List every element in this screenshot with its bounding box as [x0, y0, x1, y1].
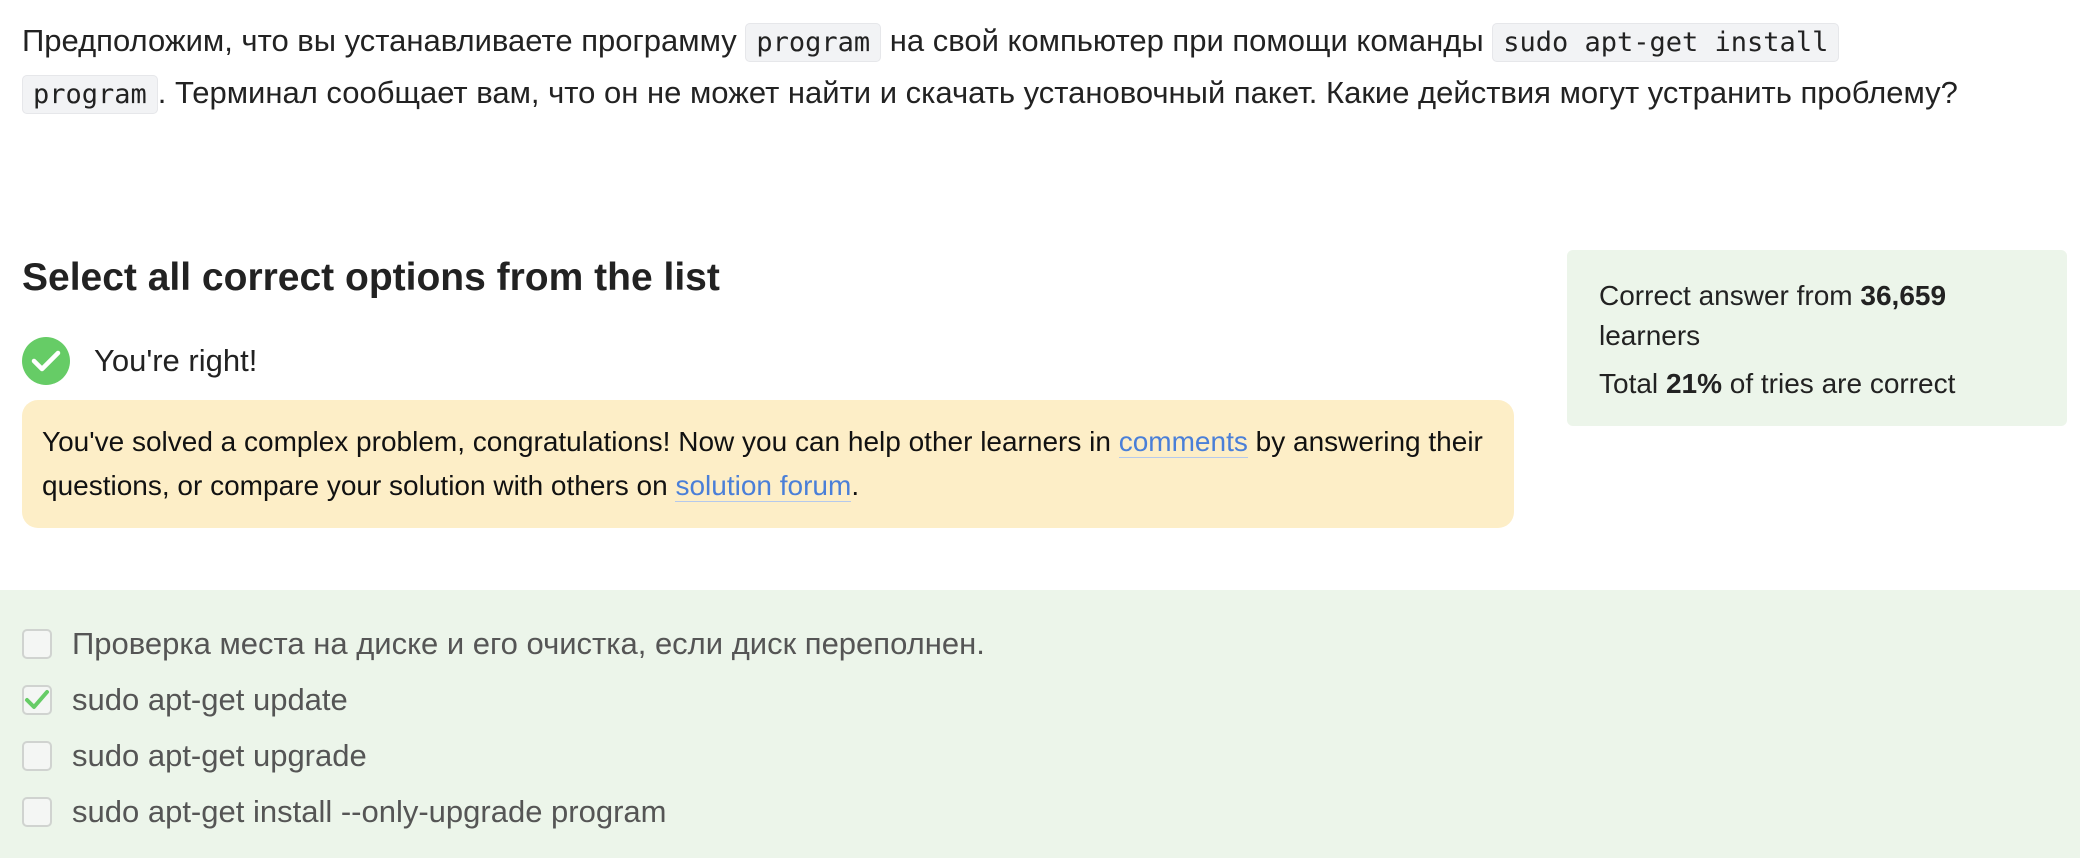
- stats-learners: Correct answer from 36,659 learners: [1599, 276, 2035, 356]
- correct-percent: 21%: [1665, 368, 1722, 399]
- question-part-2: на свой компьютер при помощи команды: [881, 23, 1493, 58]
- learners-count: 36,659: [1860, 280, 1947, 311]
- option-label: Проверка места на диске и его очистка, е…: [72, 626, 985, 661]
- option-item-only-upgrade[interactable]: sudo apt-get install --only-upgrade prog…: [22, 792, 666, 832]
- question-part-1: Предположим, что вы устанавливаете прогр…: [22, 23, 746, 58]
- option-label: sudo apt-get upgrade: [72, 738, 367, 773]
- solution-forum-link[interactable]: solution forum: [675, 470, 852, 502]
- option-label: sudo apt-get update: [72, 682, 348, 717]
- option-item-apt-upgrade[interactable]: sudo apt-get upgrade: [22, 736, 367, 776]
- question-text: Предположим, что вы устанавливаете прогр…: [22, 16, 2062, 120]
- stats-percent-suffix: of tries are correct: [1721, 368, 1956, 399]
- inline-code-install-command: sudo apt-get install: [1492, 23, 1840, 62]
- question-part-3: . Терминал сообщает вам, что он не может…: [157, 75, 1958, 110]
- congrats-text-1: You've solved a complex problem, congrat…: [42, 426, 1119, 457]
- option-label: sudo apt-get install --only-upgrade prog…: [72, 794, 667, 829]
- stats-percent-prefix: Total: [1599, 368, 1666, 399]
- success-check-icon: [22, 337, 70, 385]
- option-checkbox[interactable]: [22, 741, 52, 771]
- result-status: You're right!: [22, 336, 257, 386]
- inline-code-install-command-cont: program: [22, 75, 158, 114]
- comments-link[interactable]: comments: [1118, 426, 1248, 458]
- options-list: Проверка места на диске и его очистка, е…: [0, 590, 2080, 858]
- congrats-text-3: .: [851, 470, 860, 501]
- inline-code-program: program: [745, 23, 882, 62]
- congrats-box: You've solved a complex problem, congrat…: [22, 400, 1514, 528]
- stats-learners-suffix: learners: [1599, 320, 1701, 351]
- option-item-apt-update[interactable]: sudo apt-get update: [22, 680, 348, 720]
- stats-learners-prefix: Correct answer from: [1599, 280, 1861, 311]
- option-checkbox[interactable]: [22, 797, 52, 827]
- checkmark-icon: [25, 690, 49, 709]
- stats-panel: Correct answer from 36,659 learners Tota…: [1567, 250, 2067, 426]
- section-title: Select all correct options from the list: [22, 256, 720, 299]
- stats-percent: Total 21% of tries are correct: [1599, 364, 2035, 404]
- option-item-disk-check[interactable]: Проверка места на диске и его очистка, е…: [22, 624, 985, 664]
- option-checkbox[interactable]: [22, 629, 52, 659]
- option-checkbox[interactable]: [22, 685, 52, 715]
- result-text: You're right!: [94, 343, 258, 378]
